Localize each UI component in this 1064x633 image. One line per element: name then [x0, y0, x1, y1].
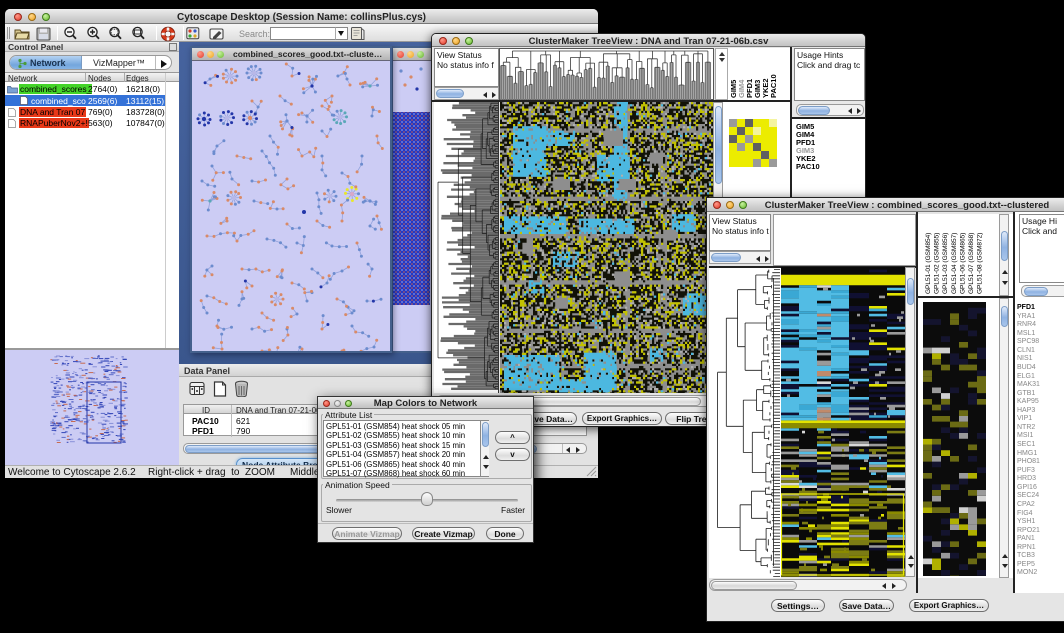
svg-text:GPL51-08 (GSM872): GPL51-08 (GSM872) [977, 233, 984, 294]
svg-text:GPL51-04 (GSM857): GPL51-04 (GSM857) [951, 233, 958, 294]
svg-text:GPL51-02 (GSM855): GPL51-02 (GSM855) [934, 233, 941, 294]
svg-text:GPL51-07 (GSM868): GPL51-07 (GSM868) [968, 233, 975, 294]
svg-text:GPL51-01 (GSM854): GPL51-01 (GSM854) [925, 233, 932, 294]
svg-text:PAC10: PAC10 [769, 74, 778, 98]
svg-text:GPL51-06 (GSM865): GPL51-06 (GSM865) [959, 233, 966, 294]
svg-text:GPL51-03 (GSM856): GPL51-03 (GSM856) [942, 233, 949, 294]
